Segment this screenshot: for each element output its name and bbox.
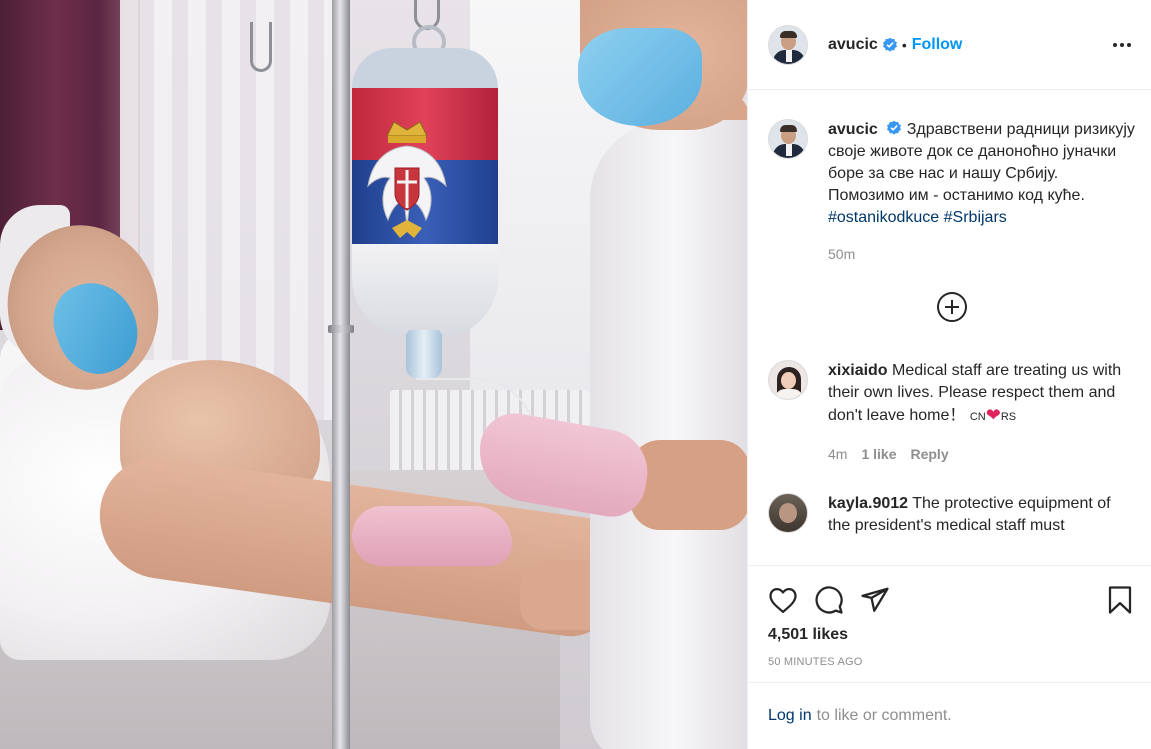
hashtag-srbijars[interactable]: #Srbijars — [944, 209, 1007, 226]
nurse-glove-lower — [352, 506, 512, 566]
iv-drip-chamber — [406, 330, 442, 378]
caption-meta: 50m — [828, 243, 1138, 265]
comment-username[interactable]: kayla.9012 — [828, 495, 908, 512]
comment-bubble-icon[interactable] — [814, 585, 844, 615]
comment-likes[interactable]: 1 like — [861, 443, 896, 465]
serbian-coat-of-arms-icon — [367, 121, 447, 238]
more-dot — [1127, 42, 1131, 47]
caption: avucic Здравствени радници ризикују свој… — [768, 119, 1135, 265]
comment-text-block: kayla.9012 The protective equipment of t… — [828, 493, 1128, 537]
caption-text-block: avucic Здравствени радници ризикују свој… — [828, 119, 1138, 229]
comment-text-block: xixiaido Medical staff are treating us w… — [828, 360, 1128, 428]
comments-list[interactable]: avucic Здравствени радници ризикују свој… — [748, 91, 1151, 565]
action-bar — [768, 566, 1135, 626]
more-dot — [1120, 42, 1124, 47]
login-prompt-text: to like or comment. — [816, 707, 952, 724]
flag-rs: RS — [1000, 411, 1017, 423]
comment-meta: 4m 1 like Reply — [828, 443, 1128, 465]
caption-body: avucic Здравствени радници ризикују свој… — [828, 119, 1138, 265]
follow-button[interactable]: Follow — [912, 36, 963, 54]
avatar-shirt — [786, 144, 792, 156]
avatar-hair — [780, 125, 797, 132]
load-more-comments-icon[interactable] — [936, 292, 967, 322]
reply-button[interactable]: Reply — [910, 443, 948, 465]
likes-count[interactable]: 4,501 likes — [768, 626, 1135, 644]
share-paper-plane-icon[interactable] — [860, 585, 890, 615]
caption-username[interactable]: avucic — [828, 121, 878, 138]
more-options-icon[interactable] — [1109, 39, 1135, 51]
nurse-face-mask — [578, 28, 702, 126]
login-link[interactable]: Log in — [768, 707, 812, 725]
login-prompt: Log in to like or comment. — [748, 682, 1151, 749]
more-dot — [1113, 42, 1117, 47]
load-more-comments — [768, 292, 1135, 322]
post-actions: 4,501 likes 50 MINUTES AGO — [748, 565, 1151, 668]
iv-pole-ring — [328, 325, 354, 333]
comment: xixiaido Medical staff are treating us w… — [768, 360, 1135, 465]
sheer-curtain — [120, 0, 340, 420]
like-heart-icon[interactable] — [768, 586, 798, 614]
caption-time[interactable]: 50m — [828, 243, 855, 265]
avatar-hair — [780, 30, 797, 38]
header-username[interactable]: avucic — [828, 36, 878, 54]
header-separator: • — [901, 36, 907, 53]
nurse-forearm — [630, 440, 747, 530]
avatar-shirt — [786, 49, 792, 62]
instagram-post: avucic • Follow avucic Здравствени радни… — [0, 0, 1151, 749]
heart-emoji-icon: ❤ — [985, 405, 1001, 425]
verified-badge-icon — [887, 120, 902, 135]
iv-bag-serbian-flag — [352, 48, 498, 338]
save-bookmark-icon[interactable] — [1105, 585, 1135, 615]
posted-time[interactable]: 50 MINUTES AGO — [768, 656, 1135, 668]
comment-body: kayla.9012 The protective equipment of t… — [828, 493, 1128, 537]
post-photo[interactable] — [0, 0, 747, 749]
post-side-panel: avucic • Follow avucic Здравствени радни… — [747, 0, 1151, 749]
commenter-avatar[interactable] — [768, 493, 808, 533]
flag-cn: CN — [969, 411, 986, 423]
caption-avatar[interactable] — [768, 119, 808, 159]
comment-username[interactable]: xixiaido — [828, 362, 888, 379]
verified-badge-icon — [882, 37, 897, 52]
post-header: avucic • Follow — [748, 0, 1151, 90]
avatar-body — [775, 389, 803, 399]
comment-body: xixiaido Medical staff are treating us w… — [828, 360, 1128, 465]
iv-hook-left — [250, 22, 272, 72]
avatar[interactable] — [768, 24, 808, 65]
comment-time[interactable]: 4m — [828, 443, 847, 465]
commenter-avatar[interactable] — [768, 360, 808, 400]
avatar-face — [779, 503, 797, 523]
avatar-face — [781, 372, 796, 389]
iv-pole — [332, 0, 350, 749]
hashtag-ostanikodkuce[interactable]: #ostanikodkuce — [828, 209, 939, 226]
comment: kayla.9012 The protective equipment of t… — [768, 493, 1135, 537]
